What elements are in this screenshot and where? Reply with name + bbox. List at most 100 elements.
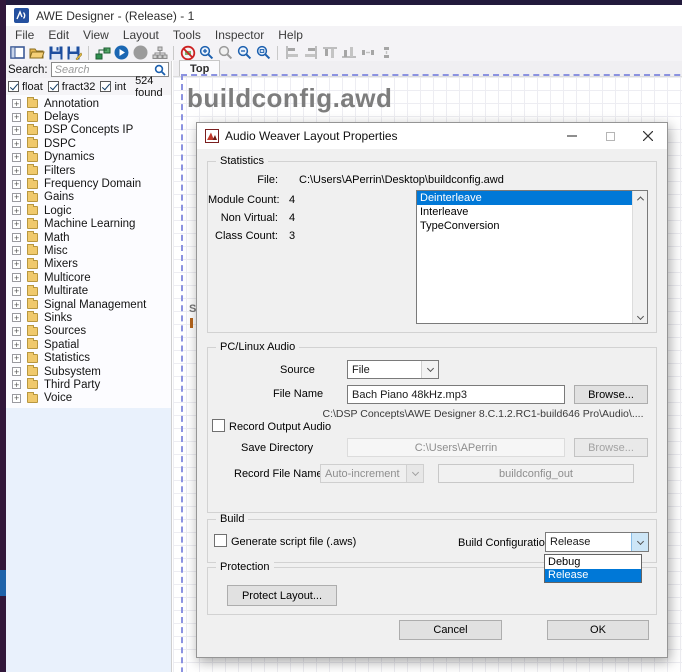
expand-icon[interactable] xyxy=(12,233,21,242)
menu-help[interactable]: Help xyxy=(271,26,310,44)
tree-item[interactable]: Spatial xyxy=(6,338,171,351)
scroll-up-icon[interactable] xyxy=(633,191,647,205)
dropdown-option-release[interactable]: Release xyxy=(545,569,641,583)
tree-item[interactable]: Voice xyxy=(6,392,171,405)
zoom-out-icon[interactable] xyxy=(236,45,253,61)
expand-icon[interactable] xyxy=(12,193,21,202)
module-class-listbox[interactable]: Deinterleave Interleave TypeConversion xyxy=(416,190,648,324)
expand-icon[interactable] xyxy=(12,153,21,162)
ok-button[interactable]: OK xyxy=(547,620,649,640)
open-icon[interactable] xyxy=(28,45,45,61)
tree-item[interactable]: Delays xyxy=(6,110,171,123)
align-left-icon[interactable] xyxy=(283,45,300,61)
file-name-label: File Name xyxy=(273,388,323,400)
zoom-selection-icon[interactable] xyxy=(217,45,234,61)
expand-icon[interactable] xyxy=(12,354,21,363)
filter-float-checkbox[interactable] xyxy=(8,81,19,92)
tree-item[interactable]: Multirate xyxy=(6,284,171,297)
tree-item[interactable]: Frequency Domain xyxy=(6,177,171,190)
tree-item[interactable]: Dynamics xyxy=(6,151,171,164)
tree-item[interactable]: Annotation xyxy=(6,97,171,110)
expand-icon[interactable] xyxy=(12,300,21,309)
align-right-icon[interactable] xyxy=(302,45,319,61)
distribute-horizontal-icon[interactable] xyxy=(359,45,376,61)
expand-icon[interactable] xyxy=(12,206,21,215)
chevron-down-icon[interactable] xyxy=(631,533,648,551)
tree-item[interactable]: Mixers xyxy=(6,258,171,271)
expand-icon[interactable] xyxy=(12,273,21,282)
toolbar xyxy=(6,44,682,61)
filter-fract32-checkbox[interactable] xyxy=(48,81,59,92)
expand-icon[interactable] xyxy=(12,220,21,229)
generate-script-checkbox[interactable] xyxy=(214,534,227,547)
menu-inspector[interactable]: Inspector xyxy=(208,26,271,44)
list-item-interleave[interactable]: Interleave xyxy=(417,205,632,219)
expand-icon[interactable] xyxy=(12,166,21,175)
expand-icon[interactable] xyxy=(12,180,21,189)
align-bottom-icon[interactable] xyxy=(340,45,357,61)
menu-edit[interactable]: Edit xyxy=(41,26,76,44)
tree-item[interactable]: Math xyxy=(6,231,171,244)
filter-int-checkbox[interactable] xyxy=(100,81,111,92)
align-top-icon[interactable] xyxy=(321,45,338,61)
save-as-icon[interactable] xyxy=(66,45,83,61)
protect-layout-button[interactable]: Protect Layout... xyxy=(227,585,337,606)
menu-tools[interactable]: Tools xyxy=(166,26,208,44)
expand-icon[interactable] xyxy=(12,113,21,122)
list-item-typeconversion[interactable]: TypeConversion xyxy=(417,219,632,233)
stop-icon[interactable] xyxy=(132,45,149,61)
cancel-button[interactable]: Cancel xyxy=(399,620,502,640)
new-icon[interactable] xyxy=(9,45,26,61)
distribute-vertical-icon[interactable] xyxy=(378,45,395,61)
menu-view[interactable]: View xyxy=(76,26,116,44)
scroll-down-icon[interactable] xyxy=(633,309,647,323)
tree-item[interactable]: Logic xyxy=(6,204,171,217)
expand-icon[interactable] xyxy=(12,287,21,296)
list-item-deinterleave[interactable]: Deinterleave xyxy=(417,191,632,205)
tree-item[interactable]: Multicore xyxy=(6,271,171,284)
file-name-input[interactable]: Bach Piano 48kHz.mp3 xyxy=(347,385,565,404)
expand-icon[interactable] xyxy=(12,380,21,389)
record-output-audio-checkbox[interactable] xyxy=(212,419,225,432)
expand-icon[interactable] xyxy=(12,99,21,108)
save-icon[interactable] xyxy=(47,45,64,61)
expand-icon[interactable] xyxy=(12,139,21,148)
tree-item[interactable]: Subsystem xyxy=(6,365,171,378)
maximize-icon[interactable] xyxy=(591,123,629,149)
menu-layout[interactable]: Layout xyxy=(116,26,166,44)
tree-item[interactable]: Gains xyxy=(6,191,171,204)
disconnect-audio-icon[interactable] xyxy=(179,45,196,61)
expand-icon[interactable] xyxy=(12,126,21,135)
expand-icon[interactable] xyxy=(12,340,21,349)
tree-item[interactable]: Sources xyxy=(6,325,171,338)
dropdown-option-debug[interactable]: Debug xyxy=(545,555,641,569)
minimize-icon[interactable] xyxy=(553,123,591,149)
build-configuration-combobox[interactable]: Release xyxy=(545,532,649,552)
expand-icon[interactable] xyxy=(12,260,21,269)
profile-icon[interactable] xyxy=(151,45,168,61)
zoom-fit-icon[interactable] xyxy=(255,45,272,61)
run-icon[interactable] xyxy=(113,45,130,61)
tree-item[interactable]: Third Party xyxy=(6,378,171,391)
source-combobox[interactable]: File xyxy=(347,360,439,379)
close-icon[interactable] xyxy=(629,123,667,149)
tree-item[interactable]: Misc xyxy=(6,244,171,257)
menu-file[interactable]: File xyxy=(8,26,41,44)
tree-item[interactable]: Machine Learning xyxy=(6,218,171,231)
expand-icon[interactable] xyxy=(12,313,21,322)
expand-icon[interactable] xyxy=(12,394,21,403)
expand-icon[interactable] xyxy=(12,367,21,376)
expand-icon[interactable] xyxy=(12,246,21,255)
chevron-down-icon[interactable] xyxy=(421,361,438,378)
tree-item[interactable]: DSP Concepts IP xyxy=(6,124,171,137)
list-scrollbar[interactable] xyxy=(632,191,647,323)
tree-item[interactable]: DSPC xyxy=(6,137,171,150)
zoom-in-icon[interactable] xyxy=(198,45,215,61)
browse-file-button[interactable]: Browse... xyxy=(574,385,648,404)
tree-item[interactable]: Statistics xyxy=(6,351,171,364)
tree-item[interactable]: Filters xyxy=(6,164,171,177)
expand-icon[interactable] xyxy=(12,327,21,336)
tree-item[interactable]: Sinks xyxy=(6,311,171,324)
layout-icon[interactable] xyxy=(94,45,111,61)
tree-item[interactable]: Signal Management xyxy=(6,298,171,311)
